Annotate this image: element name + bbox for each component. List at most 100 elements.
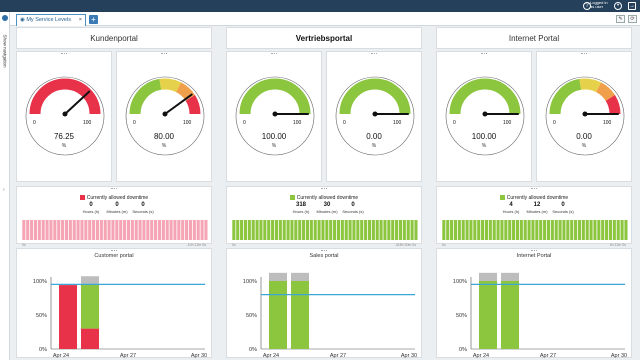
counter-value: 318: [295, 202, 306, 208]
counter-label: Hours (h): [292, 209, 310, 214]
gauge-hub: [482, 111, 488, 117]
downtime-counter: 0 Hours (h): [79, 202, 103, 214]
tab-my-service-levels[interactable]: ◉ My Service Levels ×: [16, 14, 86, 26]
expand-arrow-icon[interactable]: ›: [3, 187, 5, 193]
gauge-band-green: [449, 78, 521, 115]
timeline-segment: [72, 220, 76, 240]
timeline-segment: [134, 220, 138, 240]
counter-label: Hours (h): [502, 209, 520, 214]
gauge-hub: [582, 111, 588, 117]
drag-handle[interactable]: [111, 188, 117, 189]
timeline-segment: [282, 220, 286, 240]
timeline-segment: [263, 220, 267, 240]
bar-segment: [479, 272, 497, 281]
counter-label: Minutes (m): [106, 209, 128, 214]
timeline-segment: [461, 220, 465, 240]
counter-value: 0: [351, 202, 355, 208]
gauge-card: 0 100 0.00%: [326, 51, 422, 182]
timeline-segment: [146, 220, 150, 240]
refresh-icon[interactable]: ⟳: [628, 15, 637, 23]
downtime-counter: 318 Hours (h): [289, 202, 313, 214]
timeline-segment: [566, 220, 570, 240]
timeline-segment: [410, 220, 414, 240]
timeline-segment: [577, 220, 581, 240]
timeline-segment: [367, 220, 371, 240]
bar-segment: [479, 281, 497, 349]
show-navigation-label[interactable]: Show navigation: [3, 35, 8, 79]
timeline-segment: [496, 220, 500, 240]
x-tick-label: Apr 30: [401, 353, 417, 359]
user-icon[interactable]: •: [614, 2, 622, 10]
y-tick-label: 50%: [246, 313, 257, 319]
timeline-segment: [84, 220, 88, 240]
counter-label: Seconds (s): [132, 209, 154, 214]
gauge-needle: [64, 90, 91, 115]
timeline-segment: [76, 220, 80, 240]
y-tick-label: 50%: [36, 313, 47, 319]
bar-chart-svg: 100% 50% 0% Apr 24 Apr 27 Apr 30: [243, 272, 417, 359]
timeline-segment: [504, 220, 508, 240]
timeline-segment: [481, 220, 485, 240]
timeline-segment: [92, 220, 96, 240]
timeline-segment: [41, 220, 45, 240]
bar-segment: [81, 284, 99, 329]
timeline-segment: [309, 220, 313, 240]
counter-value: 12: [533, 202, 541, 208]
drag-handle[interactable]: [531, 188, 537, 189]
x-tick-label: Apr 27: [540, 353, 556, 359]
timeline-segment: [340, 220, 344, 240]
gauge-band-segment: [549, 78, 582, 115]
bar-segment: [501, 272, 519, 281]
legend-label: Currently allowed downtime: [296, 195, 359, 201]
timeline-start-label: 0s: [442, 243, 446, 247]
gauge-hub: [162, 111, 168, 117]
gauge-max-label: 100: [83, 120, 92, 126]
timeline-segment: [379, 220, 383, 240]
timeline-segment: [236, 220, 240, 240]
bar-segment: [269, 281, 287, 349]
timeline-segment: [453, 220, 457, 240]
timeline-segment: [232, 220, 236, 240]
timeline-segment: [469, 220, 473, 240]
downtime-legend: Currently allowed downtime: [437, 195, 631, 201]
gauge-svg: [545, 76, 625, 156]
navigation-toggle-icon[interactable]: [2, 15, 8, 21]
edit-icon[interactable]: ✎: [616, 15, 625, 23]
timeline-segment: [608, 220, 612, 240]
timeline-segment: [406, 220, 410, 240]
timeline-segment: [554, 220, 558, 240]
timeline-segment: [371, 220, 375, 240]
bar-segment: [59, 285, 77, 349]
timeline-segment: [352, 220, 356, 240]
gauge-unit: %: [61, 143, 67, 149]
gauge-min-label: 0: [453, 120, 456, 126]
timeline-segment: [612, 220, 616, 240]
timeline-segment: [278, 220, 282, 240]
logged-in-user[interactable]: Logged in as user: [590, 1, 612, 9]
gauge-min-label: 0: [553, 120, 556, 126]
timeline-segment: [500, 220, 504, 240]
history-chart-card: Sales portal 100% 50% 0% Apr 24 Apr 27 Apr 30: [226, 248, 422, 359]
timeline-segment: [107, 220, 111, 240]
add-tab-button[interactable]: +: [89, 15, 98, 24]
side-navigation[interactable]: Show navigation ›: [0, 12, 10, 360]
close-tab-icon[interactable]: ×: [79, 17, 82, 23]
timeline-segment: [336, 220, 340, 240]
timeline-segment: [364, 220, 368, 240]
timeline-segment: [317, 220, 321, 240]
timeline-segment: [255, 220, 259, 240]
logout-icon[interactable]: →: [628, 2, 636, 10]
top-bar: ? Logged in as user • →: [0, 0, 640, 12]
timeline-segment: [22, 220, 26, 240]
timeline-segment: [402, 220, 406, 240]
timeline-segment: [126, 220, 130, 240]
x-tick-label: Apr 30: [611, 353, 627, 359]
counter-value: 4: [509, 202, 513, 208]
counter-value: 0: [115, 202, 119, 208]
timeline-segment: [313, 220, 317, 240]
y-tick-label: 50%: [456, 313, 467, 319]
drag-handle[interactable]: [321, 188, 327, 189]
timeline-segment: [581, 220, 585, 240]
gauge-unit: %: [581, 143, 587, 149]
timeline-segment: [240, 220, 244, 240]
